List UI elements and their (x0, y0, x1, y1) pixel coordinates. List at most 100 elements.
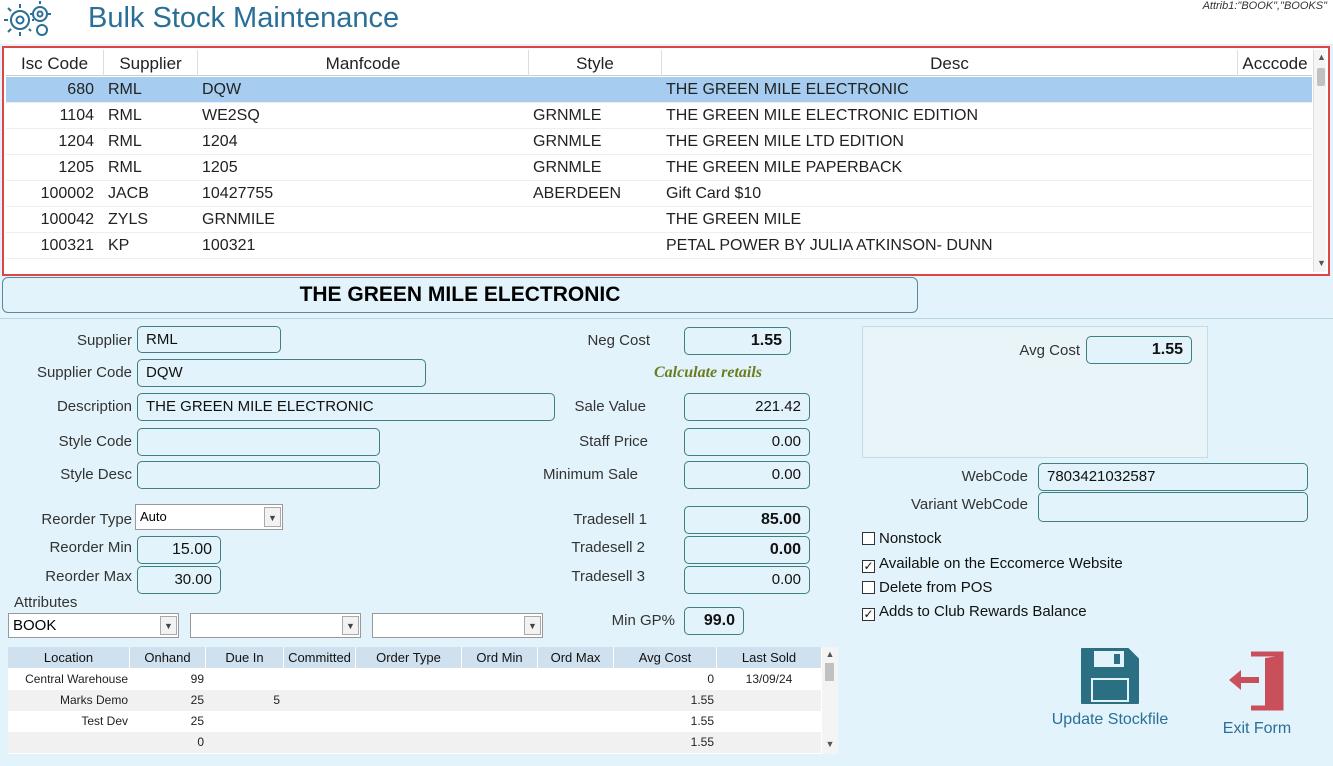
location-grid[interactable]: Location Onhand Due In Committed Order T… (8, 647, 838, 754)
style-desc-field[interactable] (137, 461, 380, 489)
check-icon[interactable]: ✓ (862, 560, 875, 573)
cell-location: Test Dev (81, 714, 128, 728)
tradesell-3-field[interactable]: 0.00 (684, 566, 810, 594)
cell-supplier: RML (108, 159, 142, 176)
col-style[interactable]: Style (529, 50, 662, 76)
supplier-field[interactable]: RML (137, 326, 281, 353)
cell-manfcode: 100321 (202, 237, 256, 254)
webcode-field[interactable]: 7803421032587 (1038, 463, 1308, 491)
minimum-sale-field[interactable]: 0.00 (684, 461, 810, 489)
style-desc-label: Style Desc (60, 466, 132, 483)
table-row[interactable]: 100002 JACB 10427755 ABERDEEN Gift Card … (6, 181, 1312, 207)
attributes-label: Attributes (14, 594, 78, 611)
col-ord-max[interactable]: Ord Max (538, 647, 614, 668)
reorder-type-select[interactable]: Auto ▼ (135, 504, 283, 530)
club-rewards-checkbox[interactable]: ✓ Adds to Club Rewards Balance (862, 602, 1087, 622)
chevron-down-icon[interactable]: ▼ (342, 616, 359, 635)
description-field[interactable]: THE GREEN MILE ELECTRONIC (137, 393, 555, 421)
avg-cost-label: Avg Cost (1019, 342, 1080, 359)
chevron-down-icon[interactable]: ▼ (524, 616, 541, 635)
col-onhand[interactable]: Onhand (130, 647, 206, 668)
col-due-in[interactable]: Due In (206, 647, 284, 668)
checkbox-unchecked[interactable] (862, 581, 875, 594)
stock-grid-header: Isc Code Supplier Manfcode Style Desc Ac… (6, 50, 1312, 76)
sale-value-field[interactable]: 221.42 (684, 393, 810, 421)
chevron-down-icon[interactable]: ▼ (822, 739, 838, 749)
neg-cost-field[interactable]: 1.55 (684, 327, 791, 355)
col-location[interactable]: Location (8, 647, 130, 668)
col-ord-min[interactable]: Ord Min (462, 647, 538, 668)
cell-due-in (206, 732, 280, 753)
cell-desc: PETAL POWER BY JULIA ATKINSON- DUNN (666, 237, 993, 254)
cell-last-sold (717, 690, 821, 711)
calculate-retails-link[interactable]: Calculate retails (654, 364, 762, 382)
min-gp-label: Min GP% (611, 612, 675, 629)
cell-manfcode: 10427755 (202, 185, 274, 202)
table-row[interactable]: Marks Demo 25 5 1.55 (8, 690, 821, 711)
style-code-field[interactable] (137, 428, 380, 456)
table-row[interactable]: 100321 KP 100321 PETAL POWER BY JULIA AT… (6, 233, 1312, 259)
cell-style: GRNMLE (533, 133, 602, 150)
chevron-down-icon[interactable]: ▼ (160, 616, 177, 635)
table-row[interactable]: 100042 ZYLS GRNMILE THE GREEN MILE (6, 207, 1312, 233)
divider (0, 318, 1333, 319)
cell-onhand: 25 (190, 714, 204, 728)
tradesell-1-field[interactable]: 85.00 (684, 506, 810, 534)
exit-form-button[interactable]: Exit Form (1212, 650, 1302, 738)
supplier-code-field[interactable]: DQW (137, 359, 426, 387)
attribute-2-select[interactable]: ▼ (190, 613, 361, 638)
cell-avg-cost: 1.55 (690, 714, 714, 728)
minimum-sale-label: Minimum Sale (542, 466, 638, 483)
location-grid-scrollbar[interactable]: ▲ ▼ (822, 647, 838, 754)
col-isc-code[interactable]: Isc Code (6, 50, 104, 76)
table-row-partial[interactable] (6, 259, 1312, 272)
col-manfcode[interactable]: Manfcode (198, 50, 529, 76)
chevron-up-icon[interactable]: ▲ (1314, 50, 1326, 64)
table-row[interactable]: 0 1.55 (8, 732, 821, 753)
staff-price-field[interactable]: 0.00 (684, 428, 810, 456)
reorder-min-field[interactable]: 15.00 (137, 536, 221, 564)
reorder-max-field[interactable]: 30.00 (137, 566, 221, 594)
scroll-thumb[interactable] (825, 663, 834, 681)
chevron-down-icon[interactable]: ▼ (1314, 256, 1326, 270)
table-row[interactable]: Test Dev 25 1.55 (8, 711, 821, 732)
scroll-thumb[interactable] (1317, 68, 1325, 86)
cell-style (533, 77, 658, 103)
col-last-sold[interactable]: Last Sold (717, 647, 821, 668)
variant-webcode-field[interactable] (1038, 492, 1308, 522)
attribute-1-select[interactable]: BOOK ▼ (8, 613, 179, 638)
chevron-down-icon[interactable]: ▼ (264, 507, 281, 527)
exit-door-icon (1229, 651, 1284, 711)
col-supplier[interactable]: Supplier (104, 50, 198, 76)
delete-from-pos-checkbox[interactable]: Delete from POS (862, 578, 992, 598)
col-order-type[interactable]: Order Type (356, 647, 462, 668)
col-acccode[interactable]: Acccode (1238, 50, 1312, 76)
table-row[interactable]: 1204 RML 1204 GRNMLE THE GREEN MILE LTD … (6, 129, 1312, 155)
check-icon[interactable]: ✓ (862, 608, 875, 621)
cell-location (8, 732, 128, 753)
col-committed[interactable]: Committed (284, 647, 356, 668)
attrib-filter-note: Attrib1:"BOOK","BOOKS" (1202, 0, 1327, 12)
avg-cost-field[interactable]: 1.55 (1086, 336, 1192, 364)
chevron-up-icon[interactable]: ▲ (822, 649, 838, 659)
ecommerce-label: Available on the Eccomerce Website (879, 555, 1123, 572)
table-row[interactable]: 1104 RML WE2SQ GRNMLE THE GREEN MILE ELE… (6, 103, 1312, 129)
min-gp-field[interactable]: 99.0 (684, 607, 744, 635)
table-row[interactable]: 680 RML DQW THE GREEN MILE ELECTRONIC (6, 77, 1312, 103)
table-row[interactable]: 1205 RML 1205 GRNMLE THE GREEN MILE PAPE… (6, 155, 1312, 181)
table-row[interactable]: Central Warehouse 99 0 13/09/24 (8, 669, 821, 690)
attribute-3-select[interactable]: ▼ (372, 613, 543, 638)
stock-grid-scrollbar[interactable]: ▲ ▼ (1313, 50, 1326, 272)
update-stockfile-button[interactable]: Update Stockfile (1046, 645, 1174, 729)
cell-due-in: 5 (273, 693, 280, 707)
ecommerce-checkbox[interactable]: ✓ Available on the Eccomerce Website (862, 554, 1123, 574)
cell-isc: 100002 (40, 185, 94, 202)
col-desc[interactable]: Desc (662, 50, 1238, 76)
nonstock-checkbox[interactable]: Nonstock (862, 529, 942, 549)
cell-desc: THE GREEN MILE ELECTRONIC EDITION (666, 107, 979, 124)
col-avg-cost[interactable]: Avg Cost (614, 647, 717, 668)
stock-grid[interactable]: Isc Code Supplier Manfcode Style Desc Ac… (2, 46, 1330, 276)
cell-isc: 1204 (58, 133, 94, 150)
checkbox-unchecked[interactable] (862, 532, 875, 545)
tradesell-2-field[interactable]: 0.00 (684, 536, 810, 564)
